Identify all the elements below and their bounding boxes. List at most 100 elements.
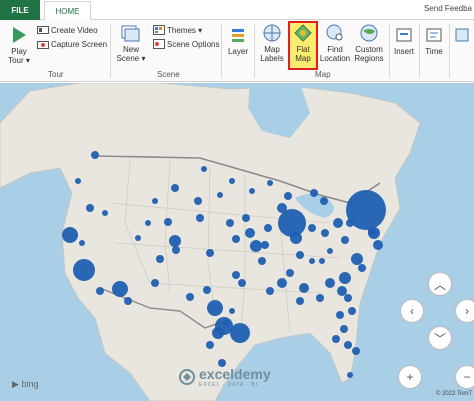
data-bubble [299, 283, 309, 293]
data-bubble [79, 240, 85, 246]
custom-regions-button[interactable]: Custom Regions [352, 22, 386, 63]
insert-button[interactable]: Insert [391, 24, 417, 56]
data-bubble [277, 278, 287, 288]
data-bubble [151, 279, 159, 287]
chevron-up-icon: ︿ [433, 277, 446, 292]
insert-icon [393, 24, 415, 46]
chevron-right-icon: › [465, 304, 469, 318]
data-bubble [250, 240, 262, 252]
data-bubble [308, 224, 316, 232]
new-scene-button[interactable]: New Scene ▾ [116, 22, 146, 63]
layer-icon [227, 24, 249, 46]
data-bubble [96, 287, 104, 295]
play-icon [8, 24, 30, 46]
data-bubble [112, 281, 128, 297]
create-video-button[interactable]: Create Video [37, 25, 98, 35]
data-bubble [229, 308, 235, 314]
play-tour-label-2: Tour ▾ [8, 56, 30, 65]
video-icon [37, 26, 49, 34]
tab-bar: FILE HOME Send Feedba [0, 0, 474, 21]
data-bubble [194, 197, 202, 205]
send-feedback-button[interactable]: Send Feedba [424, 4, 472, 13]
time-label: Time [425, 47, 443, 56]
layer-label: Layer [227, 47, 248, 56]
data-bubble [344, 294, 352, 302]
data-bubble [290, 232, 302, 244]
data-bubble [348, 307, 356, 315]
find-location-icon [324, 22, 346, 44]
data-bubble [172, 246, 180, 254]
separator [419, 24, 420, 78]
data-bubble [62, 227, 78, 243]
separator [221, 24, 222, 78]
map-labels-button[interactable]: Map Labels [256, 22, 288, 63]
watermark-subtext: EXCEL · DATA · BI [199, 382, 259, 388]
zoom-out-button[interactable]: − [455, 365, 474, 389]
data-bubble [217, 192, 223, 198]
flat-map-button[interactable]: Flat Map [289, 22, 317, 63]
scene-options-button[interactable]: Scene Options [153, 39, 219, 49]
data-bubble [242, 214, 250, 222]
data-bubble [267, 180, 273, 186]
data-bubble [226, 219, 234, 227]
data-bubble [358, 264, 366, 272]
rotate-right-button[interactable]: › [455, 299, 474, 323]
themes-label: Themes ▾ [167, 25, 203, 35]
data-bubble [261, 241, 269, 249]
map-view[interactable]: ︿ ‹ › ﹀ + − [0, 83, 474, 401]
watermark: exceldemy EXCEL · DATA · BI [178, 366, 271, 388]
data-bubble [164, 218, 172, 226]
data-bubble [232, 235, 240, 243]
data-bubble [135, 235, 141, 241]
exceldemy-logo-icon [179, 369, 195, 385]
data-bubble [232, 271, 240, 279]
data-bubble [333, 218, 343, 228]
data-bubble [296, 297, 304, 305]
new-scene-label-2: Scene ▾ [116, 54, 146, 63]
map-labels-label-2: Labels [260, 54, 284, 63]
camera-icon [37, 41, 49, 49]
data-bubble [207, 300, 223, 316]
capture-screen-button[interactable]: Capture Screen [37, 39, 107, 49]
data-bubble [351, 253, 363, 265]
themes-icon [153, 25, 165, 35]
tour-group-label: Tour [48, 70, 64, 79]
minus-icon: − [463, 370, 471, 384]
data-bubble [264, 224, 272, 232]
rotate-left-button[interactable]: ‹ [400, 299, 424, 323]
data-bubble [186, 293, 194, 301]
flat-map-label-1: Flat [296, 45, 310, 54]
more-icon [451, 24, 473, 46]
data-bubble [238, 279, 246, 287]
data-bubble [321, 229, 329, 237]
flat-map-label-2: Map [295, 54, 311, 63]
flat-map-icon [292, 22, 314, 44]
tilt-down-button[interactable]: ﹀ [428, 326, 452, 350]
play-tour-button[interactable]: Play Tour ▾ [4, 24, 34, 65]
time-button[interactable]: Time [421, 24, 447, 56]
data-bubble [102, 210, 108, 216]
find-location-button[interactable]: Find Location [318, 22, 352, 63]
data-bubble [320, 197, 328, 205]
data-bubble [73, 259, 95, 281]
data-bubble [319, 258, 325, 264]
custom-regions-icon [358, 22, 380, 44]
map-group-label: Map [315, 70, 331, 79]
tab-home[interactable]: HOME [44, 1, 91, 21]
layer-button[interactable]: Layer [224, 24, 252, 56]
themes-button[interactable]: Themes ▾ [153, 25, 202, 35]
data-bubble [316, 294, 324, 302]
data-bubble [156, 255, 164, 263]
zoom-in-button[interactable]: + [398, 365, 422, 389]
tab-file[interactable]: FILE [0, 0, 40, 20]
data-bubble [258, 257, 266, 265]
data-bubble [339, 272, 351, 284]
find-location-label-1: Find [327, 45, 343, 54]
separator [449, 24, 450, 78]
data-bubble [245, 228, 255, 238]
map-canvas[interactable] [0, 83, 474, 401]
more-button[interactable] [451, 24, 473, 47]
map-labels-icon [261, 22, 283, 44]
data-bubble [75, 178, 81, 184]
tilt-up-button[interactable]: ︿ [428, 272, 452, 296]
